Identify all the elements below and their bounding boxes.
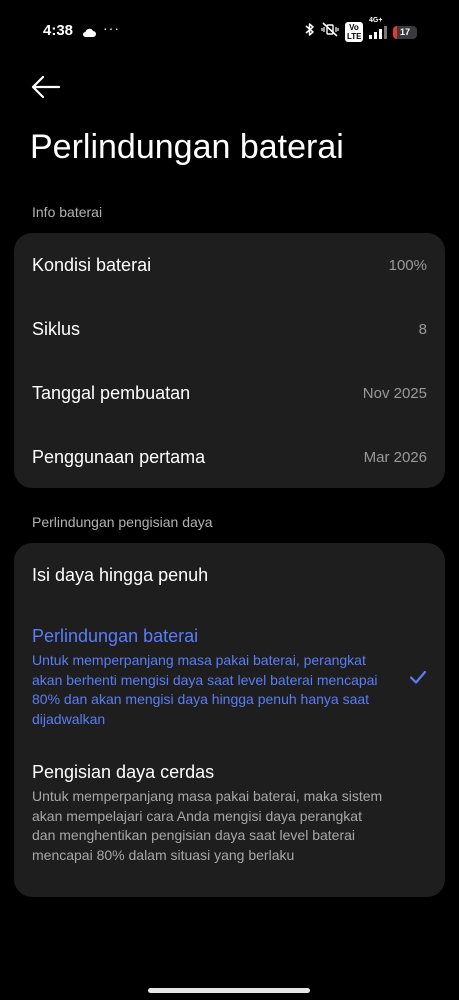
info-value: 100%	[388, 256, 427, 274]
status-icons: Vo LTE 4G+ 17	[305, 17, 417, 42]
volte-icon: Vo LTE	[345, 22, 363, 42]
info-row-cycles: Siklus 8	[32, 314, 427, 344]
option-smart-charging[interactable]: Pengisian daya cerdas Untuk memperpanjan…	[14, 741, 445, 897]
info-row-manufacture-date: Tanggal pembuatan Nov 2025	[32, 378, 427, 408]
more-notifications-icon: ···	[103, 20, 120, 36]
option-description: Untuk memperpanjang masa pakai baterai, …	[32, 788, 383, 863]
battery-info-card: Kondisi baterai 100% Siklus 8 Tanggal pe…	[14, 233, 445, 488]
info-label: Kondisi baterai	[32, 254, 152, 275]
battery-fill	[393, 25, 398, 39]
status-bar: 4:38 ··· Vo LTE 4G+ 17	[0, 0, 459, 62]
info-label: Tanggal pembuatan	[32, 382, 191, 403]
option-battery-protection[interactable]: Perlindungan baterai Untuk memperpanjang…	[14, 611, 445, 741]
option-title: Pengisian daya cerdas	[32, 762, 215, 782]
mute-vibrate-icon	[321, 22, 339, 42]
info-row-first-use: Penggunaan pertama Mar 2026	[32, 442, 427, 472]
section-header-charging: Perlindungan pengisian daya	[32, 514, 213, 530]
option-full-charge[interactable]: Isi daya hingga penuh	[14, 543, 445, 611]
battery-level: 17	[399, 27, 410, 37]
info-value: Mar 2026	[363, 448, 427, 466]
home-indicator[interactable]	[148, 988, 310, 993]
info-label: Siklus	[32, 318, 81, 339]
option-title: Isi daya hingga penuh	[32, 565, 209, 585]
option-description: Untuk memperpanjang masa pakai baterai, …	[32, 652, 378, 727]
info-label: Penggunaan pertama	[32, 446, 206, 467]
network-type: 4G+	[369, 16, 383, 24]
signal-icon: 4G+	[369, 17, 387, 39]
check-icon	[409, 670, 427, 684]
info-row-condition: Kondisi baterai 100%	[32, 250, 427, 280]
page-title: Perlindungan baterai	[30, 128, 344, 166]
info-value: Nov 2025	[362, 384, 427, 402]
cloud-icon	[82, 25, 96, 43]
info-value: 8	[418, 320, 427, 338]
status-time: 4:38	[43, 22, 74, 39]
section-header-info: Info baterai	[32, 204, 103, 220]
option-title: Perlindungan baterai	[32, 626, 199, 646]
back-arrow-icon	[31, 75, 61, 99]
battery-icon: 17	[393, 25, 417, 39]
charging-options-card: Isi daya hingga penuh Perlindungan bater…	[14, 543, 445, 897]
back-button[interactable]	[28, 72, 64, 102]
bluetooth-icon	[305, 22, 315, 42]
